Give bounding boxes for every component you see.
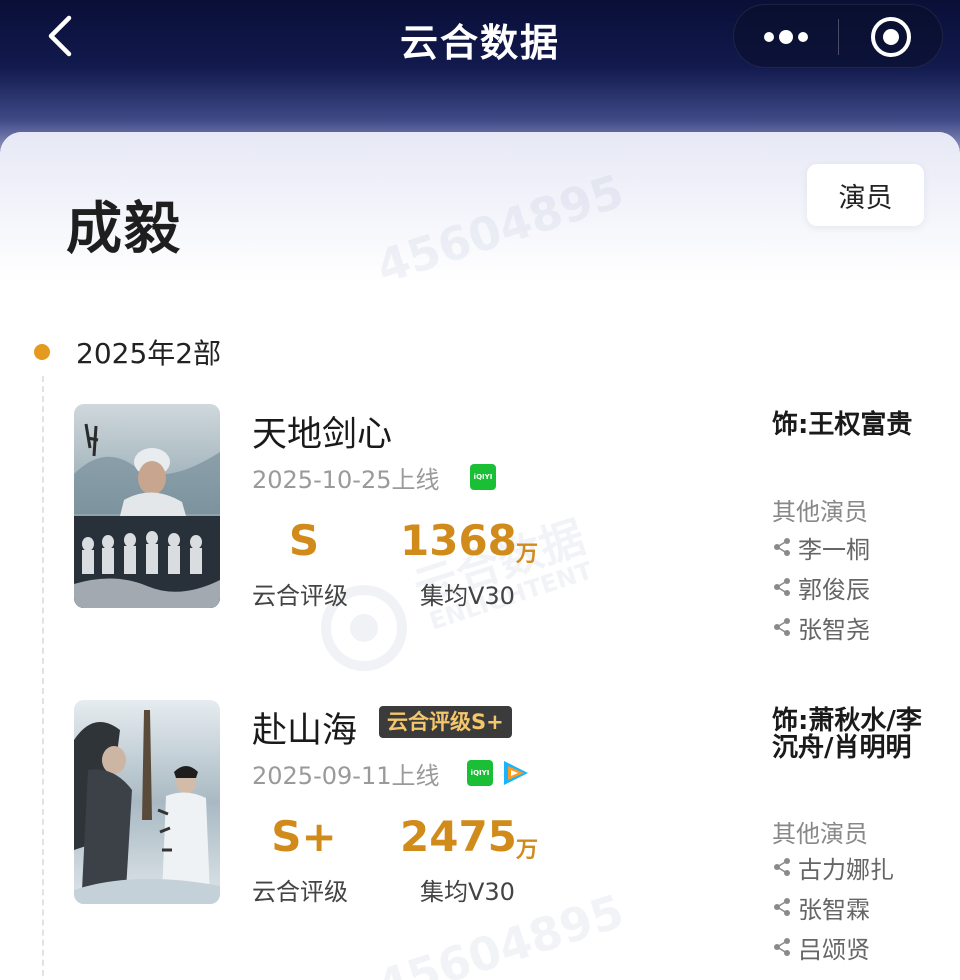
show-poster[interactable] <box>74 700 220 904</box>
cast-name: 张智尧 <box>798 615 870 644</box>
share-node-icon <box>774 898 790 916</box>
cast-item[interactable]: 郭俊辰 <box>772 572 870 604</box>
other-actors-label: 其他演员 <box>772 820 868 848</box>
rating-value: S <box>288 516 320 565</box>
character-role: 饰:王权富贵 <box>772 410 913 440</box>
share-node-icon <box>774 578 790 596</box>
poster-image <box>74 700 220 904</box>
views-value: 2475 <box>400 812 517 861</box>
rating-label: 云合评级 <box>252 582 348 610</box>
more-dots-icon <box>764 30 808 44</box>
rating-label: 云合评级 <box>252 878 348 906</box>
poster-image <box>74 404 220 608</box>
other-actors-label: 其他演员 <box>772 498 868 526</box>
views-unit: 万 <box>516 542 539 567</box>
cast-item[interactable]: 张智尧 <box>772 612 870 644</box>
air-date: 2025-09-11上线 <box>252 762 440 790</box>
role-badge[interactable]: 演员 <box>807 164 924 226</box>
share-node-icon <box>774 618 790 636</box>
share-node-icon <box>774 538 790 556</box>
more-button[interactable] <box>734 5 838 69</box>
actor-card: 45604895 云合数据 ENLIGHTENT 45604895 成毅 演员 … <box>0 132 960 980</box>
iqiyi-icon: iQIYI <box>467 760 493 786</box>
close-button[interactable] <box>839 5 943 69</box>
show-title[interactable]: 天地剑心 <box>252 406 392 457</box>
iqiyi-icon: iQIYI <box>470 464 496 490</box>
tencent-video-icon <box>504 761 528 785</box>
grade-tag: 云合评级S+ <box>379 706 512 738</box>
rating-value: S+ <box>271 812 337 861</box>
cast-item[interactable]: 李一桐 <box>772 532 870 564</box>
air-date: 2025-10-25上线 <box>252 466 440 494</box>
views-label: 集均V30 <box>420 582 515 610</box>
views-value: 1368 <box>400 516 517 565</box>
cast-item[interactable]: 古力娜扎 <box>772 852 894 884</box>
target-circle-icon <box>871 17 911 57</box>
character-role: 饰:萧秋水/李沉舟/肖明明 <box>772 706 922 763</box>
timeline-dot <box>34 344 50 360</box>
actor-name: 成毅 <box>66 197 182 262</box>
show-item[interactable]: 赴山海 云合评级S+ 2025-09-11上线 iQIYI S+ 云合评级 24… <box>0 700 960 964</box>
top-navigation-bar: 云合数据 <box>0 0 960 150</box>
show-title[interactable]: 赴山海 <box>252 702 357 753</box>
cast-item[interactable]: 张智霖 <box>772 892 870 924</box>
cast-name: 张智霖 <box>798 895 870 924</box>
share-node-icon <box>774 938 790 956</box>
year-summary: 2025年2部 <box>76 337 222 370</box>
cast-name: 古力娜扎 <box>798 855 894 884</box>
views-unit: 万 <box>516 838 539 863</box>
show-item[interactable]: 天地剑心 2025-10-25上线 iQIYI S 云合评级 1368 万 集均… <box>0 404 960 644</box>
cast-name: 吕颂贤 <box>798 935 870 964</box>
show-poster[interactable] <box>74 404 220 608</box>
cast-name: 郭俊辰 <box>798 575 870 604</box>
mini-program-capsule <box>733 4 943 68</box>
views-label: 集均V30 <box>420 878 515 906</box>
cast-item[interactable]: 吕颂贤 <box>772 932 870 964</box>
share-node-icon <box>774 858 790 876</box>
cast-name: 李一桐 <box>798 535 870 564</box>
